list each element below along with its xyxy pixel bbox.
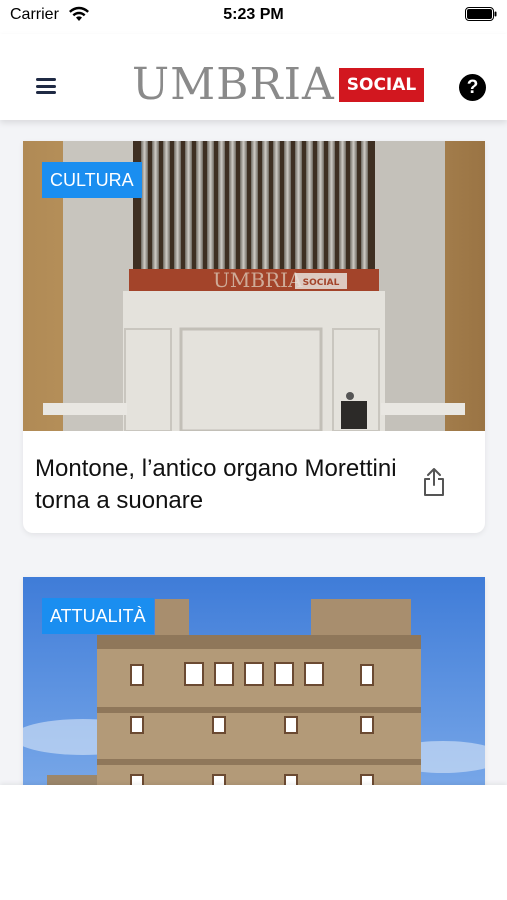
category-tag[interactable]: ATTUALITÀ [42, 598, 154, 634]
battery-icon [465, 7, 497, 21]
logo-badge: SOCIAL [338, 68, 425, 102]
hamburger-menu-icon[interactable] [26, 72, 66, 100]
article-card[interactable]: ATTUALITÀ [23, 577, 485, 785]
article-title[interactable]: Montone, l’antico organo Morettini torna… [35, 453, 405, 517]
clock: 5:23 PM [223, 6, 284, 23]
question-circle-icon[interactable]: ? [459, 74, 486, 101]
image-watermark: UMBRIA [213, 268, 303, 292]
umbria-social-logo[interactable]: UMBRIA SOCIAL [132, 59, 425, 110]
app-header: UMBRIA SOCIAL ? [0, 34, 507, 120]
bottom-bar [0, 785, 507, 900]
category-tag[interactable]: CULTURA [42, 162, 142, 198]
share-icon[interactable] [421, 467, 447, 497]
logo-wordmark: UMBRIA [132, 59, 335, 110]
article-image-palace[interactable]: ATTUALITÀ [23, 577, 485, 785]
article-feed[interactable]: UMBRIA SOCIAL CULTURA Montone, l’antico … [0, 120, 507, 785]
status-bar: Carrier 5:23 PM [0, 0, 507, 34]
article-image-organ[interactable]: UMBRIA SOCIAL CULTURA [23, 141, 485, 431]
image-watermark-badge: SOCIAL [303, 278, 340, 288]
article-card[interactable]: UMBRIA SOCIAL CULTURA Montone, l’antico … [23, 141, 485, 533]
